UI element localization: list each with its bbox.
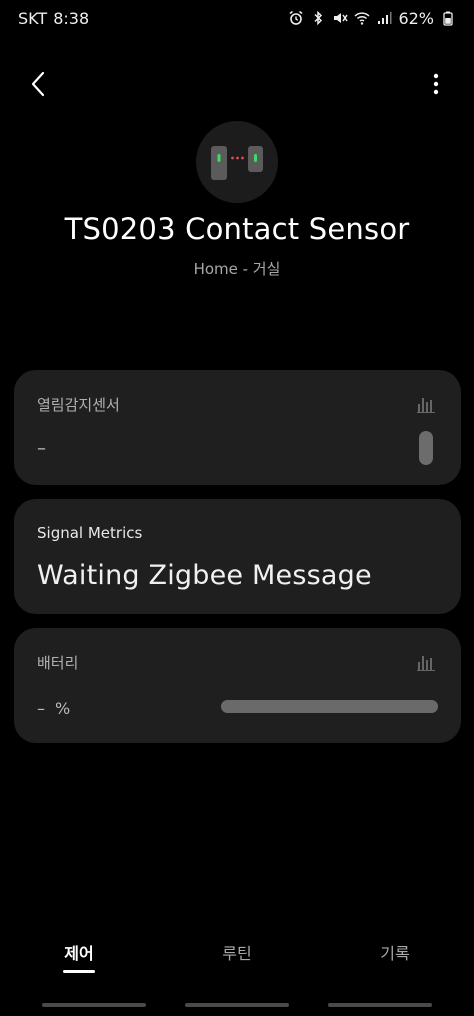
system-nav-home[interactable] xyxy=(184,1003,289,1007)
mute-icon xyxy=(332,10,349,26)
tab-history[interactable]: 기록 xyxy=(316,940,474,986)
signal-metrics-card[interactable]: Signal Metrics Waiting Zigbee Message xyxy=(14,499,461,614)
battery-level-bar xyxy=(221,700,438,713)
battery-icon xyxy=(440,10,456,26)
system-nav-back[interactable] xyxy=(328,1003,433,1007)
alarm-icon xyxy=(288,10,304,26)
device-icon-container xyxy=(196,121,278,203)
bottom-nav: 제어 루틴 기록 xyxy=(0,940,474,986)
contact-card-title: 열림감지센서 xyxy=(37,396,120,414)
contact-state-value: – xyxy=(37,438,46,459)
status-right: 62% xyxy=(288,9,456,28)
device-location[interactable]: Home - 거실 xyxy=(0,258,474,279)
contact-sensor-card[interactable]: 열림감지센서 – xyxy=(14,370,461,485)
tab-routine-label: 루틴 xyxy=(222,944,252,963)
tab-control-label: 제어 xyxy=(64,944,94,963)
system-nav-bar xyxy=(0,1003,474,1007)
device-title: TS0203 Contact Sensor xyxy=(64,212,410,246)
battery-card-title: 배터리 xyxy=(37,654,79,672)
battery-percent: 62% xyxy=(398,8,434,28)
wifi-icon xyxy=(354,10,370,26)
tab-routine[interactable]: 루틴 xyxy=(158,940,316,986)
back-button[interactable] xyxy=(22,68,54,100)
more-vert-icon xyxy=(433,73,439,95)
contact-sensor-icon xyxy=(211,146,263,180)
bar-chart-icon[interactable] xyxy=(417,395,435,413)
signal-strength-icon xyxy=(376,10,392,26)
signal-metrics-value: Waiting Zigbee Message xyxy=(37,560,372,591)
tab-control[interactable]: 제어 xyxy=(0,940,158,986)
back-arrow-icon xyxy=(31,71,45,97)
battery-value: – % xyxy=(37,699,70,718)
tab-history-label: 기록 xyxy=(380,944,410,963)
system-nav-recent[interactable] xyxy=(41,1003,146,1007)
signal-card-title: Signal Metrics xyxy=(37,524,143,542)
battery-level-value: – xyxy=(37,699,45,718)
active-tab-indicator xyxy=(63,970,95,973)
clock: 8:38 xyxy=(53,8,90,28)
battery-unit: % xyxy=(55,699,71,718)
bar-chart-icon[interactable] xyxy=(417,653,435,671)
carrier-label: SKT xyxy=(18,8,48,28)
bluetooth-icon xyxy=(310,10,326,26)
device-detail-screen: SKT 8:38 62% TS0203 Contact Sensor Home … xyxy=(0,0,474,1016)
status-bar: SKT 8:38 62% xyxy=(0,0,474,36)
battery-card[interactable]: 배터리 – % xyxy=(14,628,461,743)
contact-state-indicator xyxy=(419,431,433,465)
more-options-button[interactable] xyxy=(420,68,452,100)
status-left: SKT 8:38 xyxy=(18,9,89,28)
